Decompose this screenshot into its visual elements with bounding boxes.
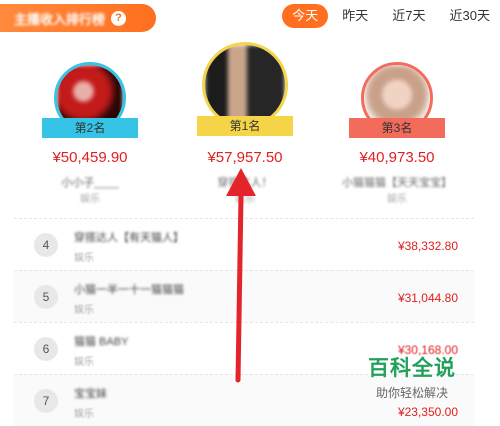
watermark-subtitle: 助你轻松解决 [375,386,448,400]
income-amount: ¥50,459.90 [52,149,128,166]
rank-label: 第1名 [229,119,261,133]
header: 主播收入排行榜 ? 今天 昨天 近7天 近30天 [0,0,500,36]
income-amount: ¥23,350.00 [397,405,458,419]
income-amount: ¥57,957.50 [207,149,283,166]
watermark-title: 百科全说 [368,357,456,380]
date-range-tabs: 今天 昨天 近7天 近30天 [282,4,500,28]
list-item[interactable]: 5 小猫一半一十一猫猫猫 娱乐 ¥31,044.80 [14,270,474,322]
streamer-category: 娱乐 [80,194,100,205]
rank-ribbon: 第2名 [42,118,138,138]
tab-today[interactable]: 今天 [282,4,329,28]
streamer-category: 娱乐 [74,357,94,368]
watermark-logo: 百科全说 助你轻松解决 [352,352,472,401]
streamer-category: 娱乐 [235,194,255,205]
rank-number: 4 [34,233,58,257]
streamer-name: 小猫一半一十一猫猫猫 [74,284,184,296]
streamer-name: 穿搭达人！ [217,177,273,189]
income-amount: ¥40,973.50 [359,149,435,166]
streamer-category: 娱乐 [387,194,407,205]
tab-last-30-days[interactable]: 近30天 [440,4,500,28]
tab-yesterday[interactable]: 昨天 [332,4,378,28]
leaderboard-title-text: 主播收入排行榜 [14,11,106,27]
streamer-name: 小小子____ [61,177,119,189]
rank-label: 第2名 [74,121,106,135]
income-amount: ¥38,332.80 [397,239,458,253]
rank-number: 6 [34,337,58,361]
income-amount: ¥31,044.80 [397,291,458,305]
rank-ribbon: 第3名 [349,118,445,138]
rank-number: 7 [34,389,58,413]
top-three-podium: 第2名 ¥50,459.90 小小子____ 娱乐 第1名 ¥57,957.50… [0,40,500,215]
streamer-name: 穿搭达人【有天猫人】 [74,232,184,244]
rank-label: 第3名 [381,121,413,135]
streamer-category: 娱乐 [74,409,94,420]
streamer-name: 小猫猫猫【天天宝宝】 [342,177,452,189]
rank-number: 5 [34,285,58,309]
tab-last-7-days[interactable]: 近7天 [382,4,435,28]
streamer-category: 娱乐 [74,305,94,316]
help-icon[interactable]: ? [111,10,127,26]
streamer-name: 宝宝妹 [74,388,107,400]
list-item[interactable]: 4 穿搭达人【有天猫人】 娱乐 ¥38,332.80 [14,218,474,270]
streamer-category: 娱乐 [74,253,94,264]
streamer-name: 猫猫 BABY [74,336,129,348]
leaderboard-title: 主播收入排行榜 ? [0,4,156,32]
rank-ribbon: 第1名 [197,116,293,136]
